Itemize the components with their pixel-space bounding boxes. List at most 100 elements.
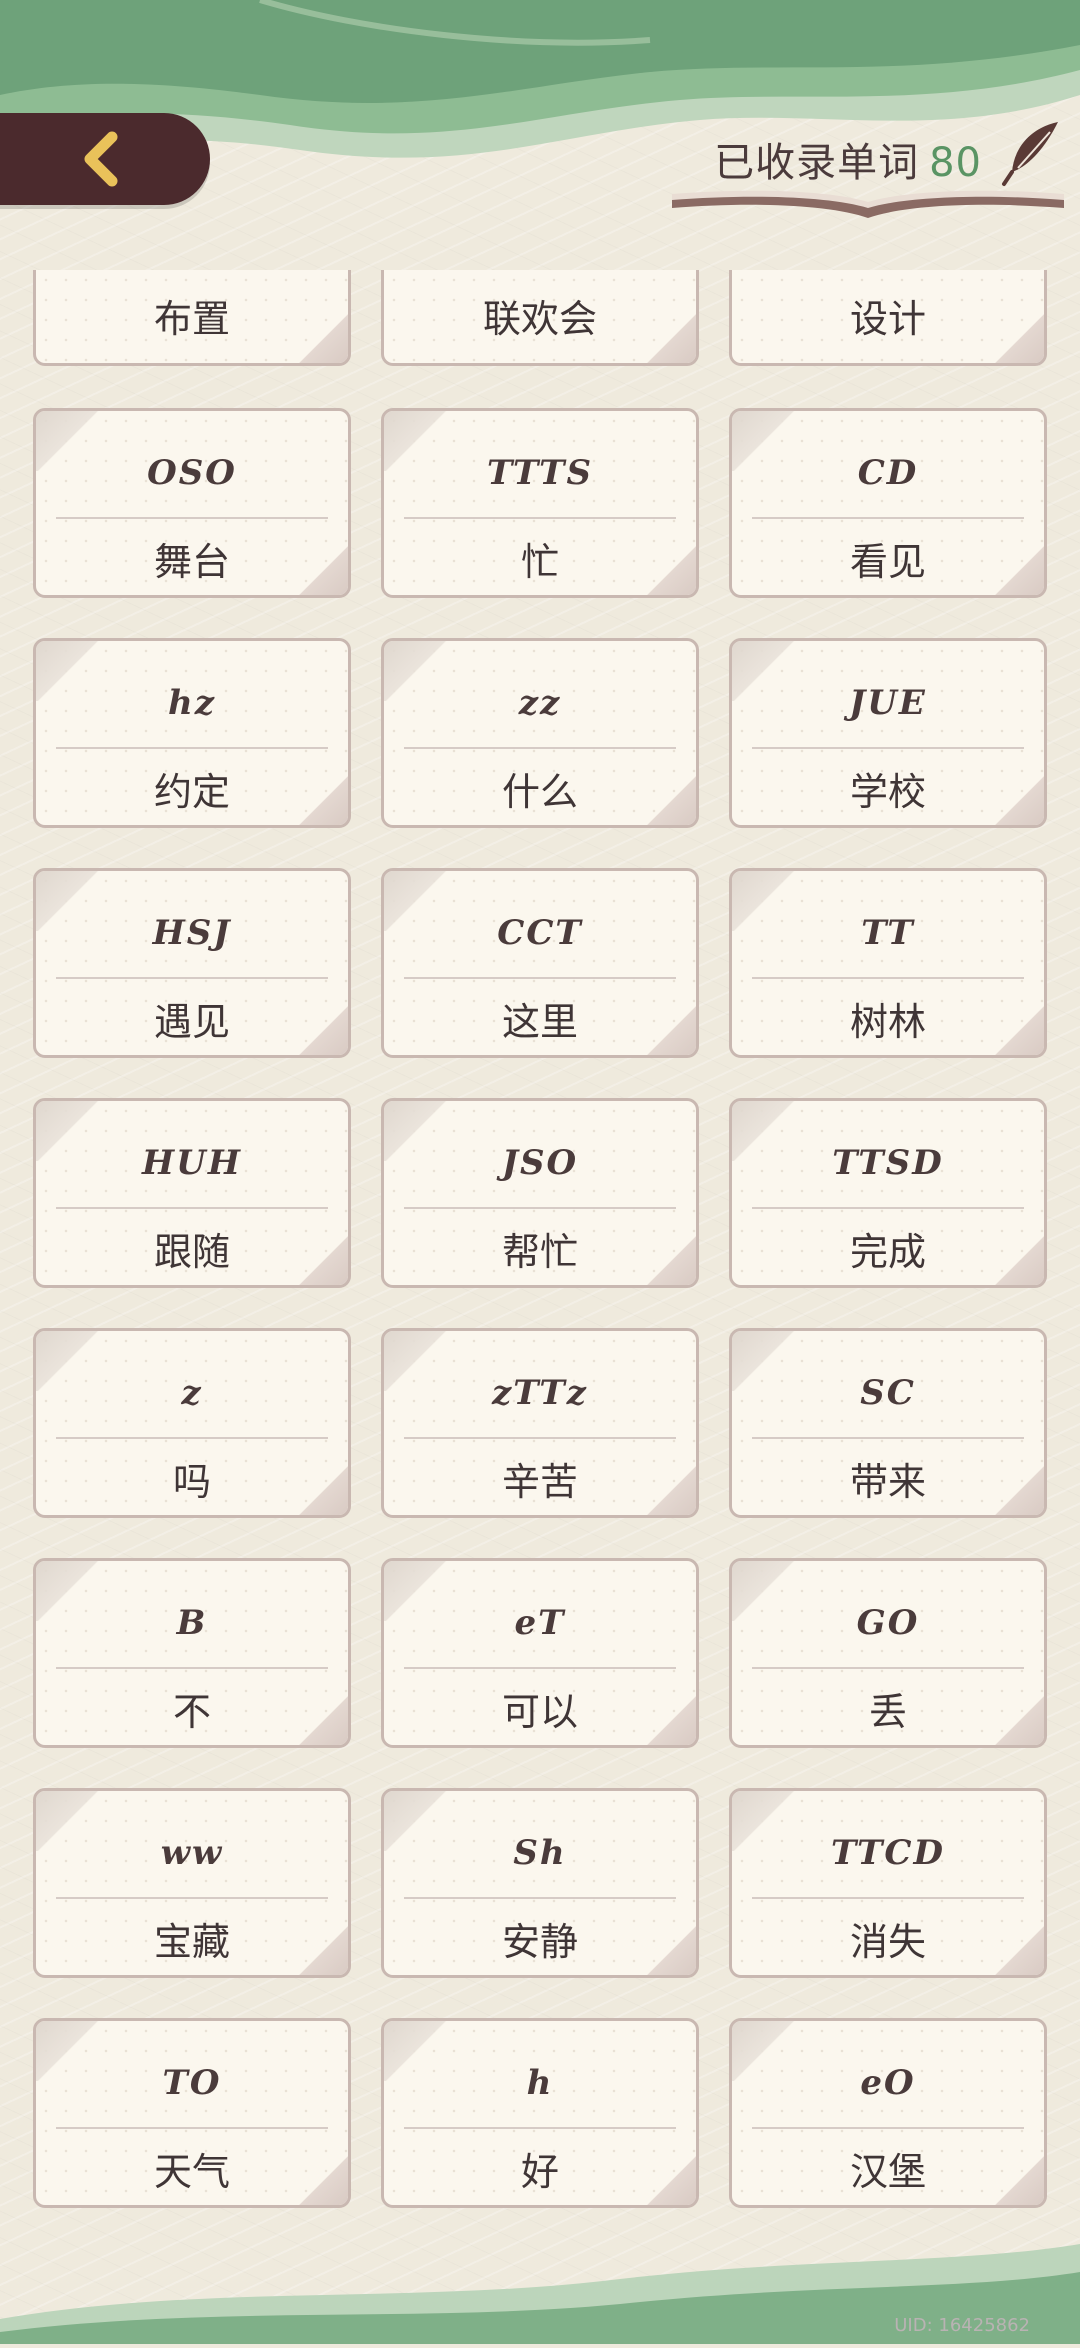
- card-divider: [752, 1897, 1024, 1899]
- card-divider: [56, 977, 328, 979]
- card-divider: [404, 517, 676, 519]
- quill-feather-icon: [1002, 122, 1058, 186]
- card-divider: [56, 1897, 328, 1899]
- word-symbol: zz: [518, 683, 562, 723]
- card-divider: [56, 517, 328, 519]
- word-card[interactable]: HUH 跟随: [33, 1098, 351, 1288]
- word-label: 遇见: [153, 1000, 230, 1044]
- word-card[interactable]: Sh 安静: [381, 1788, 699, 1978]
- word-label: 什么: [501, 770, 578, 814]
- word-symbol: TO: [162, 2063, 222, 2103]
- word-label: 这里: [501, 1000, 578, 1044]
- word-symbol: HUH: [142, 1143, 242, 1183]
- word-label: 忙: [520, 540, 559, 584]
- word-symbol: TTTS: [486, 453, 594, 493]
- collected-counter: 已收录单词 80: [620, 118, 1080, 228]
- card-divider: [404, 1667, 676, 1669]
- word-label: 宝藏: [153, 1920, 230, 1964]
- word-label: 安静: [501, 1920, 578, 1964]
- word-label: 完成: [849, 1230, 926, 1274]
- word-card[interactable]: OSO 舞台: [33, 408, 351, 598]
- word-grid: OSO 舞台 TTTS 忙 CD 看见 hz 约定 zz 什么 JUE 学校 HSJ 遇见 CCT 这里 TT 树…: [33, 408, 1047, 2208]
- word-card[interactable]: TTCD 消失: [729, 1788, 1047, 1978]
- word-card[interactable]: JUE 学校: [729, 638, 1047, 828]
- word-symbol: CCT: [497, 913, 583, 953]
- word-card[interactable]: TT 树林: [729, 868, 1047, 1058]
- word-symbol: eT: [514, 1603, 566, 1643]
- word-label: 消失: [849, 1920, 926, 1964]
- word-label: 辛苦: [501, 1460, 578, 1504]
- collected-count: 80: [929, 140, 982, 186]
- card-divider: [56, 1667, 328, 1669]
- word-symbol: GO: [856, 1603, 920, 1643]
- word-card[interactable]: 设计: [729, 270, 1047, 366]
- card-divider: [752, 2127, 1024, 2129]
- word-card[interactable]: hz 约定: [33, 638, 351, 828]
- card-divider: [404, 977, 676, 979]
- word-symbol: Sh: [513, 1833, 567, 1873]
- word-symbol: CD: [857, 453, 919, 493]
- word-card[interactable]: CD 看见: [729, 408, 1047, 598]
- word-card[interactable]: TTTS 忙: [381, 408, 699, 598]
- word-card[interactable]: TTSD 完成: [729, 1098, 1047, 1288]
- card-divider: [56, 2127, 328, 2129]
- word-label: 学校: [849, 770, 926, 814]
- word-card[interactable]: 布置: [33, 270, 351, 366]
- word-card[interactable]: 联欢会: [381, 270, 699, 366]
- open-book-icon: [672, 190, 1064, 218]
- word-symbol: HSJ: [152, 913, 232, 953]
- word-card[interactable]: h好: [381, 2018, 699, 2208]
- card-divider: [752, 1207, 1024, 1209]
- back-button[interactable]: [0, 113, 210, 205]
- card-divider: [752, 977, 1024, 979]
- word-card[interactable]: CCT 这里: [381, 868, 699, 1058]
- word-label: 约定: [153, 770, 230, 814]
- word-label: 树林: [849, 1000, 926, 1044]
- word-card[interactable]: TO 天气: [33, 2018, 351, 2208]
- card-divider: [404, 1437, 676, 1439]
- word-label: 不: [172, 1690, 211, 1734]
- word-symbol: JUE: [849, 683, 927, 723]
- word-card[interactable]: zz 什么: [381, 638, 699, 828]
- word-label: 丢: [868, 1690, 907, 1734]
- word-symbol: OSO: [147, 453, 237, 493]
- word-card[interactable]: zTTz 辛苦: [381, 1328, 699, 1518]
- word-symbol: z: [181, 1373, 203, 1413]
- word-symbol: h: [526, 2063, 554, 2103]
- word-symbol: hz: [167, 683, 217, 723]
- word-card[interactable]: eT 可以: [381, 1558, 699, 1748]
- word-label: 布置: [153, 297, 230, 341]
- word-label: 汉堡: [849, 2150, 926, 2194]
- word-label: 带来: [849, 1460, 926, 1504]
- word-symbol: zTTz: [491, 1373, 588, 1413]
- word-card[interactable]: z吗: [33, 1328, 351, 1518]
- card-divider: [56, 747, 328, 749]
- word-card[interactable]: HSJ 遇见: [33, 868, 351, 1058]
- word-label: 联欢会: [482, 297, 597, 341]
- word-card[interactable]: ww 宝藏: [33, 1788, 351, 1978]
- word-card[interactable]: B不: [33, 1558, 351, 1748]
- word-label: 可以: [501, 1690, 578, 1734]
- collected-label: 已收录单词 80: [714, 130, 982, 188]
- header: 已收录单词 80: [0, 0, 1080, 260]
- word-label: 看见: [849, 540, 926, 584]
- card-divider: [752, 1437, 1024, 1439]
- word-card[interactable]: JSO 帮忙: [381, 1098, 699, 1288]
- word-card[interactable]: GO 丢: [729, 1558, 1047, 1748]
- word-label: 吗: [172, 1460, 211, 1504]
- word-label: 帮忙: [501, 1230, 578, 1274]
- card-divider: [56, 1437, 328, 1439]
- card-divider: [404, 747, 676, 749]
- card-divider: [404, 2127, 676, 2129]
- word-label: 跟随: [153, 1230, 230, 1274]
- word-symbol: TT: [861, 913, 915, 953]
- word-symbol: SC: [860, 1373, 916, 1413]
- word-grid-top-row: 布置 联欢会 设计: [33, 270, 1047, 366]
- word-card[interactable]: SC 带来: [729, 1328, 1047, 1518]
- card-divider: [752, 747, 1024, 749]
- word-card[interactable]: eO 汉堡: [729, 2018, 1047, 2208]
- collected-label-text: 已收录单词: [714, 140, 920, 186]
- card-divider: [56, 1207, 328, 1209]
- word-symbol: JSO: [501, 1143, 579, 1183]
- word-label: 好: [520, 2150, 559, 2194]
